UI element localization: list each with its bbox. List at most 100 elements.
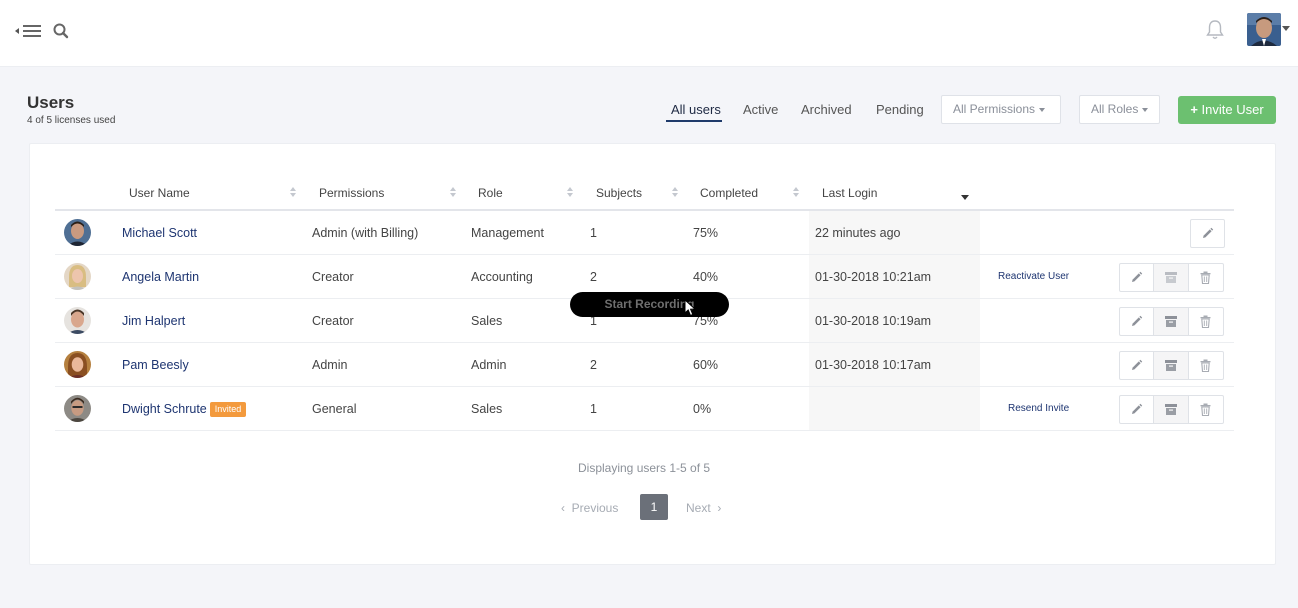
search-icon[interactable] bbox=[52, 22, 70, 40]
permissions-cell: General bbox=[312, 402, 357, 416]
last-login-cell: 01-30-2018 10:17am bbox=[815, 358, 932, 372]
top-bar bbox=[0, 0, 1298, 67]
sort-icon[interactable] bbox=[290, 187, 296, 197]
chevron-right-icon: › bbox=[717, 501, 722, 515]
column-header-last-login[interactable]: Last Login bbox=[822, 186, 877, 200]
subjects-cell: 1 bbox=[590, 226, 597, 240]
permissions-filter[interactable]: All Permissions bbox=[941, 95, 1061, 124]
pencil-icon bbox=[1132, 271, 1143, 282]
table-row: Michael Scott Admin (with Billing) Manag… bbox=[55, 211, 1234, 255]
delete-button[interactable] bbox=[1189, 351, 1224, 380]
archive-icon bbox=[1165, 360, 1177, 371]
edit-button[interactable] bbox=[1119, 263, 1154, 292]
permissions-cell: Creator bbox=[312, 270, 354, 284]
invite-user-button[interactable]: + Invite User bbox=[1178, 96, 1276, 124]
avatar bbox=[64, 263, 91, 290]
tab-pending[interactable]: Pending bbox=[876, 102, 924, 117]
table-row: Pam Beesly Admin Admin 2 60% 01-30-2018 … bbox=[55, 343, 1234, 387]
roles-filter-label: All Roles bbox=[1091, 102, 1139, 116]
avatar bbox=[64, 307, 91, 334]
column-header-completed[interactable]: Completed bbox=[700, 186, 758, 200]
trash-icon bbox=[1200, 271, 1211, 284]
archive-icon bbox=[1165, 404, 1177, 415]
archive-button[interactable] bbox=[1154, 263, 1189, 292]
permissions-filter-label: All Permissions bbox=[953, 102, 1036, 116]
user-name-link[interactable]: Dwight Schrute bbox=[122, 402, 207, 416]
archive-button[interactable] bbox=[1154, 395, 1189, 424]
mouse-cursor-icon bbox=[684, 298, 698, 320]
pencil-icon bbox=[1132, 403, 1143, 414]
reactivate-user-link[interactable]: Reactivate User bbox=[998, 255, 1069, 299]
last-login-cell: 22 minutes ago bbox=[815, 226, 901, 240]
resend-invite-link[interactable]: Resend Invite bbox=[1008, 387, 1069, 431]
table-row: Dwight Schrute Invited General Sales 1 0%… bbox=[55, 387, 1234, 431]
tab-active[interactable]: Active bbox=[743, 102, 778, 117]
sort-desc-icon[interactable] bbox=[961, 195, 969, 200]
next-label: Next bbox=[686, 501, 711, 515]
permissions-cell: Admin (with Billing) bbox=[312, 226, 419, 240]
delete-button[interactable] bbox=[1189, 307, 1224, 336]
license-usage: 4 of 5 licenses used bbox=[27, 115, 116, 126]
edit-button[interactable] bbox=[1119, 395, 1154, 424]
completed-cell: 0% bbox=[693, 402, 712, 416]
plus-icon: + bbox=[1190, 102, 1198, 117]
trash-icon bbox=[1200, 403, 1211, 416]
completed-cell: 60% bbox=[693, 358, 719, 372]
page-title: Users bbox=[27, 93, 75, 112]
user-name-link[interactable]: Angela Martin bbox=[122, 255, 199, 299]
invite-user-label: Invite User bbox=[1201, 102, 1264, 117]
user-name-cell: Dwight Schrute Invited bbox=[122, 387, 247, 431]
edit-button[interactable] bbox=[1119, 307, 1154, 336]
pencil-icon bbox=[1132, 315, 1143, 326]
subjects-cell: 1 bbox=[590, 402, 597, 416]
column-header-subjects[interactable]: Subjects bbox=[596, 186, 642, 200]
last-login-cell: 01-30-2018 10:21am bbox=[815, 270, 932, 284]
role-cell: Sales bbox=[471, 314, 503, 328]
start-recording-button[interactable]: Start Recording bbox=[570, 292, 729, 317]
user-name-link[interactable]: Pam Beesly bbox=[122, 343, 189, 387]
sort-icon[interactable] bbox=[672, 187, 678, 197]
caret-down-icon bbox=[1142, 107, 1149, 112]
results-summary: Displaying users 1-5 of 5 bbox=[578, 461, 711, 475]
edit-button[interactable] bbox=[1119, 351, 1154, 380]
caret-down-icon bbox=[1039, 107, 1046, 112]
archive-button[interactable] bbox=[1154, 351, 1189, 380]
sort-icon[interactable] bbox=[793, 187, 799, 197]
avatar bbox=[64, 351, 91, 378]
page-number-current[interactable]: 1 bbox=[640, 494, 668, 520]
column-header-role[interactable]: Role bbox=[478, 186, 503, 200]
active-tab-indicator bbox=[666, 120, 722, 122]
sort-icon[interactable] bbox=[450, 187, 456, 197]
archive-icon bbox=[1165, 272, 1177, 283]
role-cell: Management bbox=[471, 226, 544, 240]
avatar bbox=[64, 395, 91, 422]
invited-badge: Invited bbox=[209, 402, 247, 417]
role-cell: Admin bbox=[471, 358, 507, 372]
sort-icon[interactable] bbox=[567, 187, 573, 197]
permissions-cell: Creator bbox=[312, 314, 354, 328]
role-cell: Accounting bbox=[471, 270, 533, 284]
avatar bbox=[64, 219, 91, 246]
user-avatar[interactable] bbox=[1247, 13, 1281, 46]
delete-button[interactable] bbox=[1189, 395, 1224, 424]
archive-button[interactable] bbox=[1154, 307, 1189, 336]
user-name-link[interactable]: Jim Halpert bbox=[122, 299, 185, 343]
user-name-link[interactable]: Michael Scott bbox=[122, 211, 197, 255]
subjects-cell: 2 bbox=[590, 358, 597, 372]
delete-button[interactable] bbox=[1189, 263, 1224, 292]
roles-filter[interactable]: All Roles bbox=[1079, 95, 1160, 124]
permissions-cell: Admin bbox=[312, 358, 348, 372]
menu-collapse-icon[interactable] bbox=[14, 21, 42, 41]
previous-page-button[interactable]: ‹ Previous bbox=[561, 501, 618, 515]
next-page-button[interactable]: Next › bbox=[686, 501, 721, 515]
bell-icon[interactable] bbox=[1205, 19, 1225, 41]
edit-button[interactable] bbox=[1190, 219, 1225, 248]
last-login-cell: 01-30-2018 10:19am bbox=[815, 314, 932, 328]
tab-all-users[interactable]: All users bbox=[671, 102, 721, 117]
column-header-permissions[interactable]: Permissions bbox=[319, 186, 384, 200]
previous-label: Previous bbox=[571, 501, 619, 515]
column-header-user-name[interactable]: User Name bbox=[129, 186, 190, 200]
tab-archived[interactable]: Archived bbox=[801, 102, 852, 117]
pencil-icon bbox=[1132, 359, 1143, 370]
chevron-down-icon[interactable] bbox=[1282, 26, 1290, 31]
